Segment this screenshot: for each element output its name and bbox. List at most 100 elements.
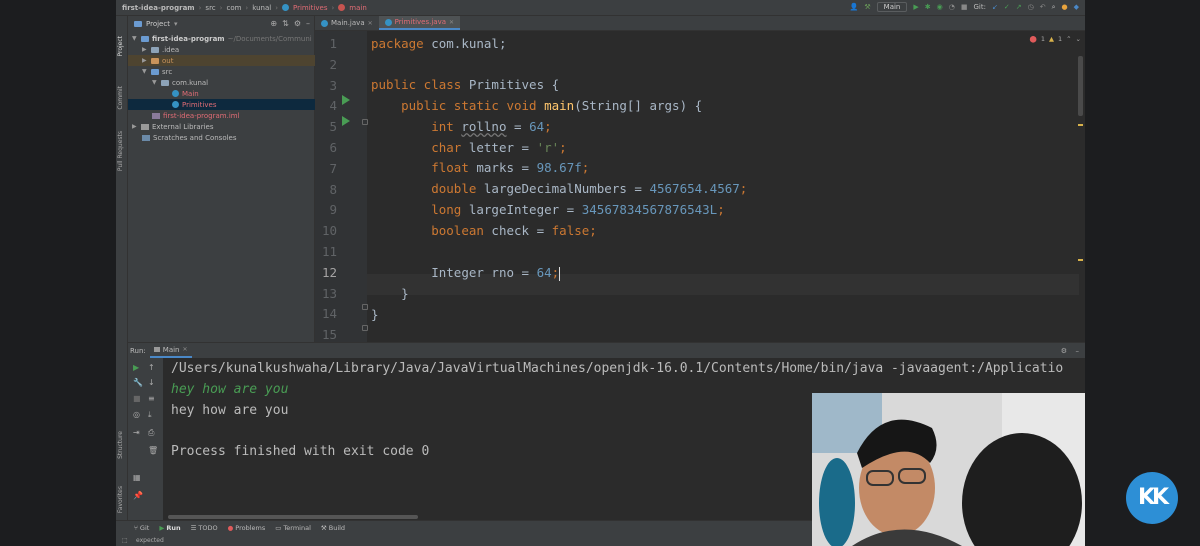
breadcrumb-kunal[interactable]: kunal: [252, 4, 271, 12]
close-icon[interactable]: ✕: [183, 346, 188, 353]
git-update-icon[interactable]: ↙: [992, 3, 998, 11]
run-method-icon[interactable]: [342, 116, 350, 126]
tool-tab-problems[interactable]: ● Problems: [228, 524, 266, 532]
tree-item-project-root[interactable]: ▼ first-idea-program ~/Documents/Communi: [128, 33, 315, 44]
locate-icon[interactable]: ⊕: [270, 19, 277, 28]
gear-icon[interactable]: ⚙: [294, 19, 301, 28]
profile-icon[interactable]: ◔: [949, 3, 955, 11]
favorites-tool-tab[interactable]: Favorites: [117, 486, 124, 513]
debug-icon[interactable]: ✱: [925, 3, 931, 11]
warning-stripe[interactable]: [1078, 124, 1083, 126]
settings-icon[interactable]: ●: [1062, 3, 1068, 11]
search-icon[interactable]: ⌕: [1052, 3, 1056, 12]
fold-marker-icon[interactable]: [362, 325, 368, 331]
scroll-end-icon[interactable]: ⤓: [148, 410, 156, 419]
close-icon[interactable]: ✕: [449, 19, 454, 26]
exit-icon[interactable]: ⇥: [133, 428, 141, 437]
layout-icon[interactable]: ▦: [133, 473, 141, 482]
code-editor[interactable]: Main.java ✕ Primitives.java ✕ 1234567891…: [315, 16, 1085, 342]
gear-icon[interactable]: ⚙: [1061, 347, 1067, 355]
chevron-down-icon[interactable]: ▾: [174, 20, 178, 28]
tab-primitives-java[interactable]: Primitives.java ✕: [378, 16, 461, 30]
minimize-icon[interactable]: –: [306, 19, 310, 28]
commit-tool-tab[interactable]: Commit: [117, 86, 124, 110]
structure-tool-tab[interactable]: Structure: [117, 431, 124, 459]
tree-item-src[interactable]: ▼ src: [128, 66, 315, 77]
run-class-icon[interactable]: [342, 95, 350, 105]
stop-icon[interactable]: ■: [961, 3, 968, 11]
tree-label: .idea: [162, 45, 180, 54]
run-toolbar: ▶ 🔧 ■ ◎ ⇥ ▦ 📌 ↑ ↓ ≡ ⤓ ⎙ 🗑: [128, 358, 163, 521]
tree-path: ~/Documents/Communi: [227, 34, 312, 43]
project-panel-title[interactable]: Project: [146, 20, 170, 28]
tree-item-primitives[interactable]: Primitives: [128, 99, 315, 110]
breadcrumb-project[interactable]: first-idea-program: [122, 4, 195, 12]
rerun-icon[interactable]: ▶: [133, 363, 141, 372]
tree-item-idea[interactable]: ▶ .idea: [128, 44, 315, 55]
run-icon[interactable]: ▶: [913, 3, 918, 11]
tree-item-scratches[interactable]: Scratches and Consoles: [128, 132, 315, 143]
vertical-scrollbar[interactable]: [1078, 56, 1083, 116]
tool-tab-terminal[interactable]: ▭ Terminal: [275, 524, 311, 532]
tool-tab-git[interactable]: ⑂ Git: [134, 524, 149, 532]
warning-stripe[interactable]: [1078, 259, 1083, 261]
soft-wrap-icon[interactable]: ≡: [148, 394, 156, 403]
wrench-icon[interactable]: 🔧: [133, 378, 143, 387]
tree-item-out[interactable]: ▶ out: [128, 55, 315, 66]
tab-main-java[interactable]: Main.java ✕: [315, 16, 379, 30]
trash-icon[interactable]: 🗑: [148, 446, 158, 455]
breadcrumb-com[interactable]: com: [226, 4, 241, 12]
status-icon: ⬚: [122, 537, 128, 544]
chevron-right-icon[interactable]: ▶: [142, 57, 148, 64]
chevron-right-icon[interactable]: ▶: [132, 123, 138, 130]
minimize-icon[interactable]: –: [1076, 347, 1080, 355]
rollback-icon[interactable]: ↶: [1040, 3, 1046, 11]
pull-requests-tool-tab[interactable]: Pull Requests: [117, 131, 124, 171]
line-number: 5: [329, 119, 337, 135]
breadcrumb-class[interactable]: Primitives: [293, 4, 327, 12]
user-icon[interactable]: 👤: [850, 3, 859, 11]
tool-tab-todo[interactable]: ☰ TODO: [191, 524, 218, 532]
fold-marker-icon[interactable]: [362, 119, 368, 125]
coverage-icon[interactable]: ◉: [937, 3, 943, 11]
history-icon[interactable]: ◷: [1028, 3, 1034, 11]
close-icon[interactable]: ✕: [368, 20, 373, 27]
chevron-down-icon[interactable]: ▼: [152, 79, 158, 86]
tree-item-main[interactable]: Main: [128, 88, 315, 99]
arrow-up-icon[interactable]: ↑: [148, 363, 156, 372]
console-hscrollbar[interactable]: [168, 515, 418, 519]
print-icon[interactable]: ⎙: [148, 428, 156, 437]
tree-item-iml[interactable]: first-idea-program.iml: [128, 110, 315, 121]
camera-icon[interactable]: ◎: [133, 410, 141, 419]
pin-icon[interactable]: 📌: [133, 491, 143, 500]
tree-item-package[interactable]: ▼ com.kunal: [128, 77, 315, 88]
code-line-8: double largeDecimalNumbers = 4567654.456…: [431, 181, 748, 196]
git-commit-icon[interactable]: ✓: [1004, 3, 1010, 11]
fold-marker-icon[interactable]: [362, 304, 368, 310]
chevron-down-icon[interactable]: ⌄: [1076, 35, 1081, 43]
code-line-14: }: [371, 307, 379, 322]
project-tool-tab[interactable]: Project: [117, 36, 124, 57]
stop-icon[interactable]: ■: [133, 394, 141, 403]
chevron-down-icon[interactable]: ▼: [142, 68, 148, 75]
tree-label: out: [162, 56, 174, 65]
breadcrumb-method[interactable]: main: [349, 4, 367, 12]
arrow-down-icon[interactable]: ↓: [148, 378, 156, 387]
chevron-right-icon[interactable]: ▶: [142, 46, 148, 53]
line-number: 3: [329, 77, 337, 93]
breadcrumb-src[interactable]: src: [205, 4, 215, 12]
plugin-icon[interactable]: ◆: [1074, 3, 1079, 11]
class-icon: [172, 90, 179, 97]
chevron-up-icon[interactable]: ⌃: [1066, 35, 1071, 43]
chevron-down-icon[interactable]: ▼: [132, 35, 138, 42]
tree-item-external-libraries[interactable]: ▶ External Libraries: [128, 121, 315, 132]
tool-tab-build[interactable]: ⚒ Build: [321, 524, 345, 532]
inspection-widget[interactable]: ⬤ 1 ▲ 1 ⌃ ⌄: [1030, 35, 1081, 43]
tool-tab-run[interactable]: ▶ Run: [159, 524, 180, 532]
run-tab-main[interactable]: Main ✕: [149, 343, 192, 358]
git-push-icon[interactable]: ↗: [1016, 3, 1022, 11]
tree-label: first-idea-program: [152, 34, 225, 43]
run-config-select[interactable]: Main: [876, 2, 908, 12]
hammer-icon[interactable]: ⚒: [864, 3, 870, 11]
collapse-icon[interactable]: ⇅: [282, 19, 289, 28]
